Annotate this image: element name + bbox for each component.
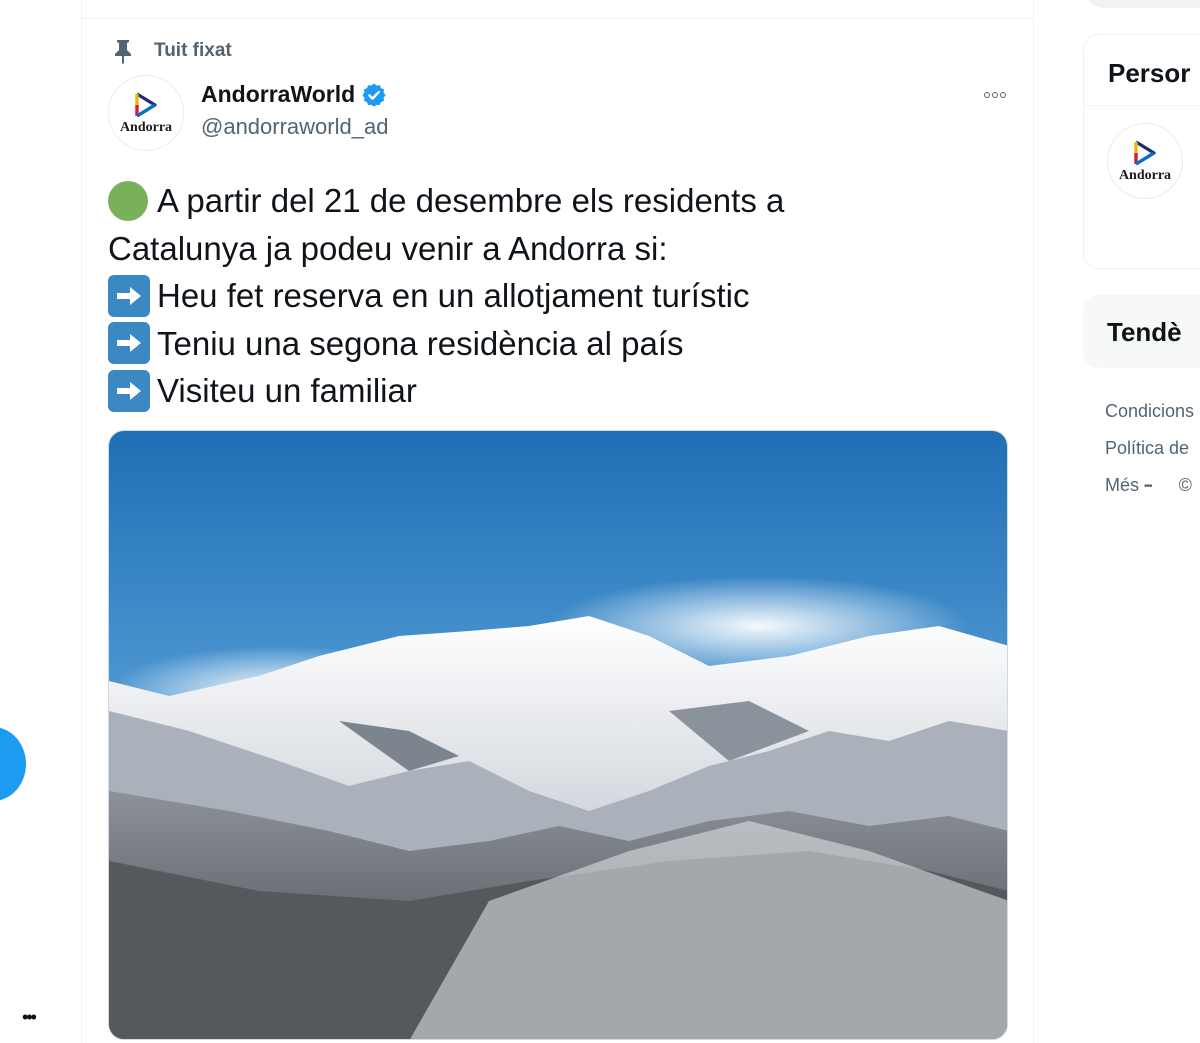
compose-tweet-button[interactable] bbox=[0, 727, 26, 801]
who-to-follow-title: Persor bbox=[1108, 58, 1191, 88]
search-bar[interactable] bbox=[1085, 0, 1200, 8]
terms-link[interactable]: Condicions bbox=[1105, 401, 1194, 422]
footer-more-row: Més ••• © bbox=[1105, 475, 1192, 496]
right-arrow-emoji-icon bbox=[108, 274, 150, 317]
avatar-label: Andorra bbox=[1118, 167, 1172, 183]
more-dot-icon bbox=[992, 92, 998, 98]
divider bbox=[1084, 105, 1200, 106]
right-arrow-emoji-icon bbox=[108, 322, 150, 365]
tweet-media-photo[interactable] bbox=[108, 430, 1008, 1040]
avatar-label: Andorra bbox=[119, 119, 173, 135]
tweet-timeline: Tuit fixat Andorra AndorraWorld @andorra… bbox=[81, 0, 1034, 1043]
more-dot-icon bbox=[1000, 92, 1006, 98]
more-dots-icon[interactable]: ••• bbox=[1144, 481, 1152, 492]
pin-icon bbox=[108, 37, 138, 65]
display-name-text[interactable]: AndorraWorld bbox=[201, 81, 355, 108]
tweet-line-text: Catalunya ja podeu venir a Andorra si: bbox=[108, 229, 668, 267]
display-name[interactable]: AndorraWorld bbox=[201, 81, 387, 108]
tweet-line: Teniu una segona residència al país bbox=[108, 320, 1008, 368]
snowy-mountains-photo-icon bbox=[109, 431, 1007, 1039]
tweet-line: Visiteu un familiar bbox=[108, 367, 1008, 415]
tweet-line-text: Teniu una segona residència al país bbox=[157, 324, 684, 362]
avatar[interactable]: Andorra bbox=[108, 75, 184, 151]
tweet-line: Catalunya ja podeu venir a Andorra si: bbox=[108, 225, 1008, 273]
tweet-line: A partir del 21 de desembre els resident… bbox=[108, 177, 1008, 225]
tweet-text: A partir del 21 de desembre els resident… bbox=[108, 177, 1008, 415]
suggested-account-avatar[interactable]: Andorra bbox=[1107, 123, 1183, 199]
privacy-link[interactable]: Política de bbox=[1105, 438, 1189, 459]
andorra-logo-icon bbox=[135, 92, 157, 117]
more-link[interactable]: Més bbox=[1105, 475, 1139, 495]
tweet-line-text: Heu fet reserva en un allotjament turíst… bbox=[157, 277, 750, 314]
verified-badge-icon bbox=[362, 83, 386, 107]
tweet-line-text: A partir del 21 de desembre els resident… bbox=[157, 182, 785, 219]
copyright-text: © bbox=[1178, 475, 1192, 495]
andorra-logo-icon bbox=[1134, 140, 1156, 165]
tweet-line-text: Visiteu un familiar bbox=[157, 372, 417, 409]
more-options-icon[interactable]: ••• bbox=[22, 1008, 37, 1026]
tweet-line: Heu fet reserva en un allotjament turíst… bbox=[108, 272, 1008, 320]
divider bbox=[82, 18, 1033, 19]
pinned-tweet-indicator: Tuit fixat bbox=[108, 37, 232, 65]
tweet-more-button[interactable] bbox=[978, 84, 1012, 106]
trends-card: Tendè bbox=[1083, 295, 1200, 368]
trends-title: Tendè bbox=[1107, 317, 1182, 347]
user-handle[interactable]: @andorraworld_ad bbox=[201, 114, 388, 140]
right-arrow-emoji-icon bbox=[108, 369, 150, 412]
pinned-label: Tuit fixat bbox=[154, 40, 232, 61]
more-dot-icon bbox=[984, 92, 990, 98]
who-to-follow-card: Persor Andorra bbox=[1083, 34, 1200, 269]
green-circle-emoji-icon bbox=[108, 180, 148, 221]
